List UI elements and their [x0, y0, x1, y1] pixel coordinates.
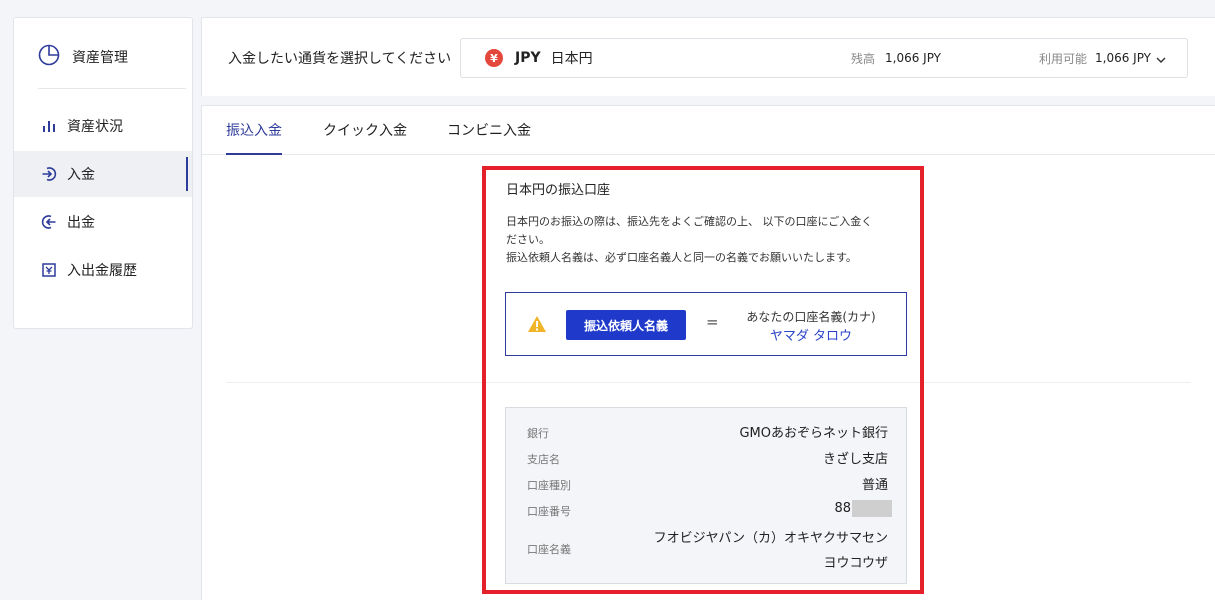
currency-name: 日本円 [550, 51, 593, 67]
sidebar-item-label: 出金 [67, 215, 95, 231]
instruction-line: 振込依頼人名義は、必ず口座名義人と同一の名義でお願いいたします。 [506, 251, 857, 264]
sidebar-header: 資産管理 [38, 42, 128, 72]
sidebar-item-history[interactable]: 入出金履歴 [14, 247, 192, 293]
account-number-label: 口座番号 [527, 505, 571, 518]
account-holder-value: フオビジヤパン（カ）オキヤクサマセン ヨウコウザ [654, 526, 888, 576]
account-number-prefix: 88 [834, 501, 851, 516]
chevron-down-icon [1155, 51, 1167, 70]
transfer-instructions: 日本円のお振込の際は、振込先をよくご確認の上、 以下の口座にご入金く ださい。 … [506, 213, 916, 267]
sender-name-button[interactable]: 振込依頼人名義 [566, 310, 686, 340]
warning-icon [527, 315, 547, 337]
deposit-arrow-icon [39, 166, 59, 182]
sidebar-item-deposit[interactable]: 入金 [14, 151, 192, 197]
tab-quick-deposit[interactable]: クイック入金 [323, 120, 407, 154]
available-label: 利用可能 [1039, 51, 1088, 66]
instruction-line: 日本円のお振込の際は、振込先をよくご確認の上、 以下の口座にご入金く [506, 215, 873, 228]
sidebar-item-asset-status[interactable]: 資産状況 [14, 103, 192, 149]
sidebar-item-label: 入出金履歴 [67, 263, 137, 279]
sidebar-item-label: 入金 [67, 167, 95, 183]
account-holder-line: フオビジヤパン（カ）オキヤクサマセン [653, 531, 888, 546]
sidebar-title: 資産管理 [72, 50, 128, 66]
sidebar-divider [38, 88, 186, 89]
account-kana-value: ヤマダ タロウ [769, 329, 853, 344]
withdraw-arrow-icon [39, 214, 59, 230]
equals-sign: = [706, 313, 719, 331]
deposit-tabs: 振込入金 クイック入金 コンビニ入金 [202, 106, 1215, 155]
currency-select[interactable]: ¥ JPY 日本円 残高 1,066 JPY 利用可能 1,066 JPY [460, 38, 1188, 78]
bank-account-details: 銀行 GMOあおぞらネット銀行 支店名 きざし支店 口座種別 普通 口座番号 8… [505, 407, 907, 584]
tab-convenience-store[interactable]: コンビニ入金 [447, 120, 531, 154]
branch-label: 支店名 [527, 453, 560, 466]
bar-chart-icon [39, 119, 59, 133]
pie-chart-icon [38, 44, 60, 70]
account-type-label: 口座種別 [527, 479, 571, 492]
branch-value: きざし支店 [822, 452, 888, 467]
balance-value: 1,066 JPY [885, 51, 942, 65]
yen-icon: ¥ [485, 49, 503, 67]
instruction-line: ださい。 [506, 233, 550, 246]
currency-prompt: 入金したい通貨を選択してください [228, 51, 452, 67]
name-match-notice: 振込依頼人名義 = あなたの口座名義(カナ) ヤマダ タロウ [505, 292, 907, 356]
account-number-value: 88 [834, 500, 892, 517]
account-holder-line: ヨウコウザ [823, 556, 888, 571]
bank-value: GMOあおぞらネット銀行 [739, 426, 888, 441]
masked-digits [852, 500, 892, 517]
sidebar-item-withdraw[interactable]: 出金 [14, 199, 192, 245]
account-type-value: 普通 [861, 478, 888, 493]
balance-label: 残高 [851, 51, 876, 66]
bank-label: 銀行 [527, 427, 549, 440]
sidebar-item-label: 資産状況 [67, 119, 123, 135]
transfer-account-title: 日本円の振込口座 [506, 183, 611, 198]
currency-code: JPY [515, 50, 541, 66]
account-kana-label: あなたの口座名義(カナ) [746, 310, 876, 324]
currency-card: 入金したい通貨を選択してください ¥ JPY 日本円 残高 1,066 JPY … [201, 17, 1215, 96]
available-value: 1,066 JPY [1095, 51, 1152, 65]
tab-bank-transfer[interactable]: 振込入金 [226, 120, 282, 155]
account-holder-label: 口座名義 [527, 543, 571, 556]
history-icon [39, 262, 59, 278]
sidebar: 資産管理 資産状況 入金 出金 入出金履歴 [13, 17, 193, 329]
